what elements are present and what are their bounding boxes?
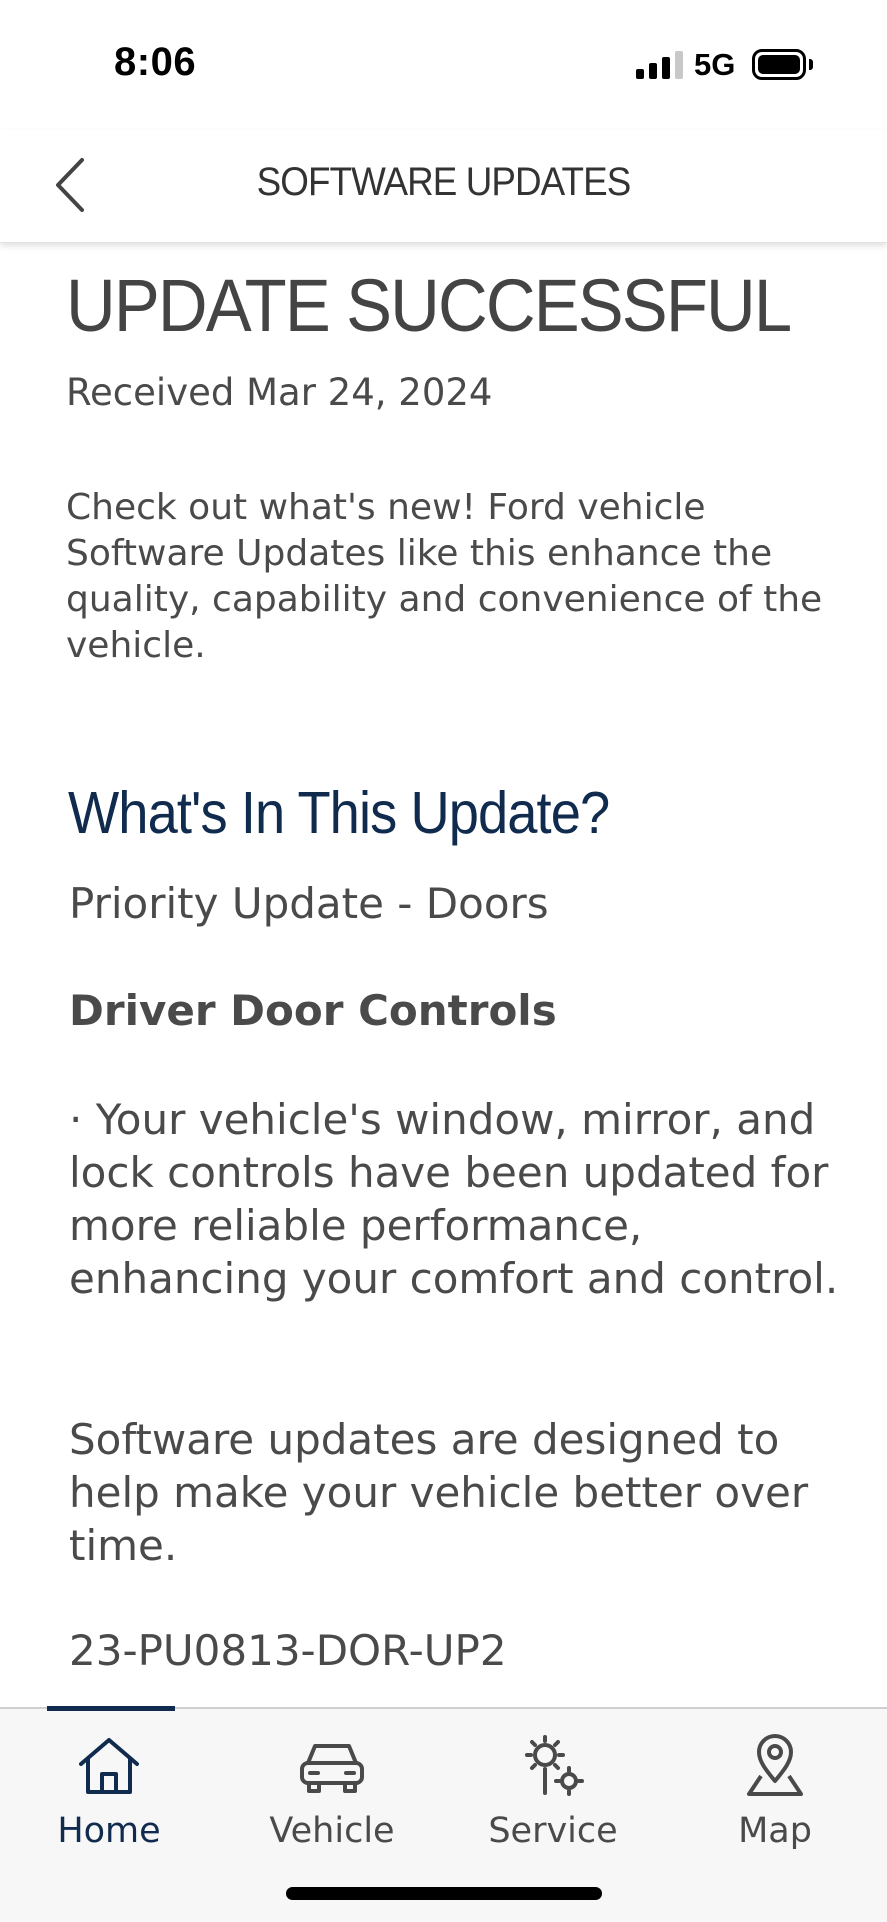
home-icon <box>79 1738 139 1794</box>
nav-label-vehicle: Vehicle <box>269 1811 395 1851</box>
update-status-title: UPDATE SUCCESSFUL <box>66 264 792 347</box>
status-time: 8:06 <box>114 40 197 84</box>
bottom-nav: Home Vehicle Service Map <box>0 1706 887 1922</box>
status-bar: 8:06 5G <box>0 0 887 130</box>
update-code: 23-PU0813-DOR-UP2 <box>69 1626 507 1675</box>
map-pin-icon <box>747 1734 803 1796</box>
closing-text: Software updates are designed to help ma… <box>69 1415 809 1570</box>
home-indicator[interactable] <box>286 1887 602 1900</box>
nav-map[interactable]: Map <box>685 1723 865 1853</box>
subsection-title: Driver Door Controls <box>69 986 557 1035</box>
service-gear-icon <box>525 1735 584 1796</box>
network-type: 5G <box>694 47 736 82</box>
nav-vehicle[interactable]: Vehicle <box>242 1723 422 1853</box>
battery-icon <box>752 49 806 80</box>
intro-text: Check out what's new! Ford vehicle Softw… <box>66 487 823 666</box>
active-tab-indicator <box>47 1706 175 1711</box>
app-header: SOFTWARE UPDATES <box>0 130 887 243</box>
nav-label-service: Service <box>488 1811 618 1851</box>
nav-label-home: Home <box>57 1811 161 1851</box>
page-title: SOFTWARE UPDATES <box>256 160 632 204</box>
nav-label-map: Map <box>738 1811 812 1851</box>
nav-service[interactable]: Service <box>463 1723 643 1853</box>
section-heading: What's In This Update? <box>68 780 610 846</box>
priority-label: Priority Update - Doors <box>69 879 549 928</box>
update-details[interactable]: UPDATE SUCCESSFUL Received Mar 24, 2024 … <box>0 243 887 1708</box>
update-bullet: · Your vehicle's window, mirror, and loc… <box>69 1095 839 1303</box>
received-date: Received Mar 24, 2024 <box>66 371 493 414</box>
cellular-signal-icon <box>636 51 684 79</box>
nav-home[interactable]: Home <box>19 1723 199 1853</box>
battery-cap <box>809 59 813 70</box>
car-icon <box>300 1744 364 1793</box>
